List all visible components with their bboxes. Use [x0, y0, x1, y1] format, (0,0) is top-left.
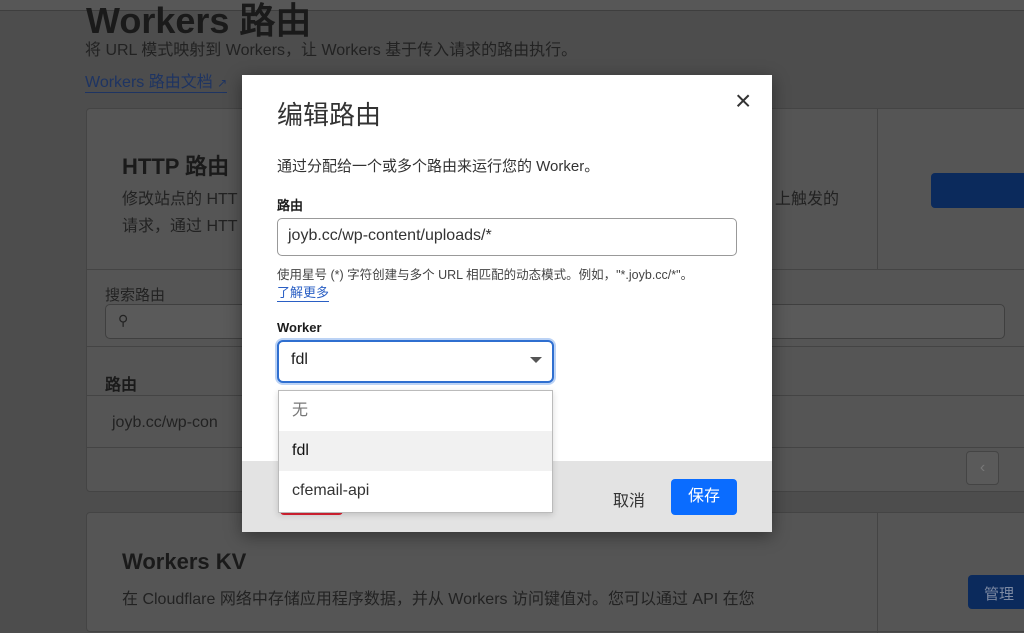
worker-label: Worker	[277, 320, 322, 335]
page-subtitle: 将 URL 模式映射到 Workers，让 Workers 基于传入请求的路由执…	[85, 42, 578, 59]
worker-select[interactable]: fdl	[277, 340, 554, 383]
http-routes-title: HTTP 路由	[122, 154, 230, 179]
column-header-route: 路由	[105, 377, 138, 394]
http-routes-desc-2: 请求，通过 HTT	[122, 218, 238, 235]
caret-down-icon	[530, 357, 542, 363]
worker-select-value: fdl	[291, 351, 308, 368]
http-routes-desc-right: 上触发的	[775, 191, 840, 208]
search-label: 搜索路由	[105, 287, 166, 304]
route-input-value: joyb.cc/wp-content/uploads/*	[288, 227, 492, 244]
route-help-text: 使用星号 (*) 字符创建与多个 URL 相匹配的动态模式。例如，"*.joyb…	[277, 268, 694, 282]
chevron-left-icon: ‹	[979, 459, 986, 476]
dropdown-option[interactable]: cfemail-api	[279, 471, 552, 511]
search-icon: ⚲	[118, 312, 129, 328]
manage-kv-label: 管理	[984, 586, 1015, 603]
modal-title: 编辑路由	[277, 100, 382, 130]
prev-page-button[interactable]: ‹	[966, 451, 999, 485]
learn-more-link[interactable]: 了解更多	[277, 282, 330, 302]
dropdown-option[interactable]: fdl	[279, 431, 552, 471]
route-input[interactable]: joyb.cc/wp-content/uploads/*	[277, 218, 737, 256]
docs-link-label: Workers 路由文档	[85, 74, 213, 91]
kv-desc: 在 Cloudflare 网络中存储应用程序数据，并从 Workers 访问键值…	[122, 591, 755, 608]
modal-description: 通过分配给一个或多个路由来运行您的 Worker。	[277, 158, 600, 175]
card-divider	[877, 109, 878, 269]
cancel-button[interactable]: 取消	[613, 487, 645, 511]
table-row[interactable]: joyb.cc/wp-con	[112, 414, 218, 432]
external-link-icon: ↗	[217, 76, 228, 90]
dropdown-option[interactable]: 无	[279, 391, 552, 431]
route-label: 路由	[277, 198, 304, 213]
save-button[interactable]: 保存	[671, 479, 737, 515]
save-label: 保存	[687, 488, 720, 505]
close-icon[interactable]: ×	[735, 85, 751, 117]
http-routes-desc: 修改站点的 HTT	[122, 191, 238, 208]
card-divider	[877, 513, 878, 633]
kv-title: Workers KV	[122, 549, 247, 574]
add-route-button[interactable]: 添	[931, 173, 1024, 208]
edit-route-modal: 编辑路由 × 通过分配给一个或多个路由来运行您的 Worker。 路由 joyb…	[242, 75, 772, 532]
worker-dropdown: 无 fdl cfemail-api	[278, 390, 553, 513]
docs-link[interactable]: Workers 路由文档 ↗	[85, 68, 228, 93]
